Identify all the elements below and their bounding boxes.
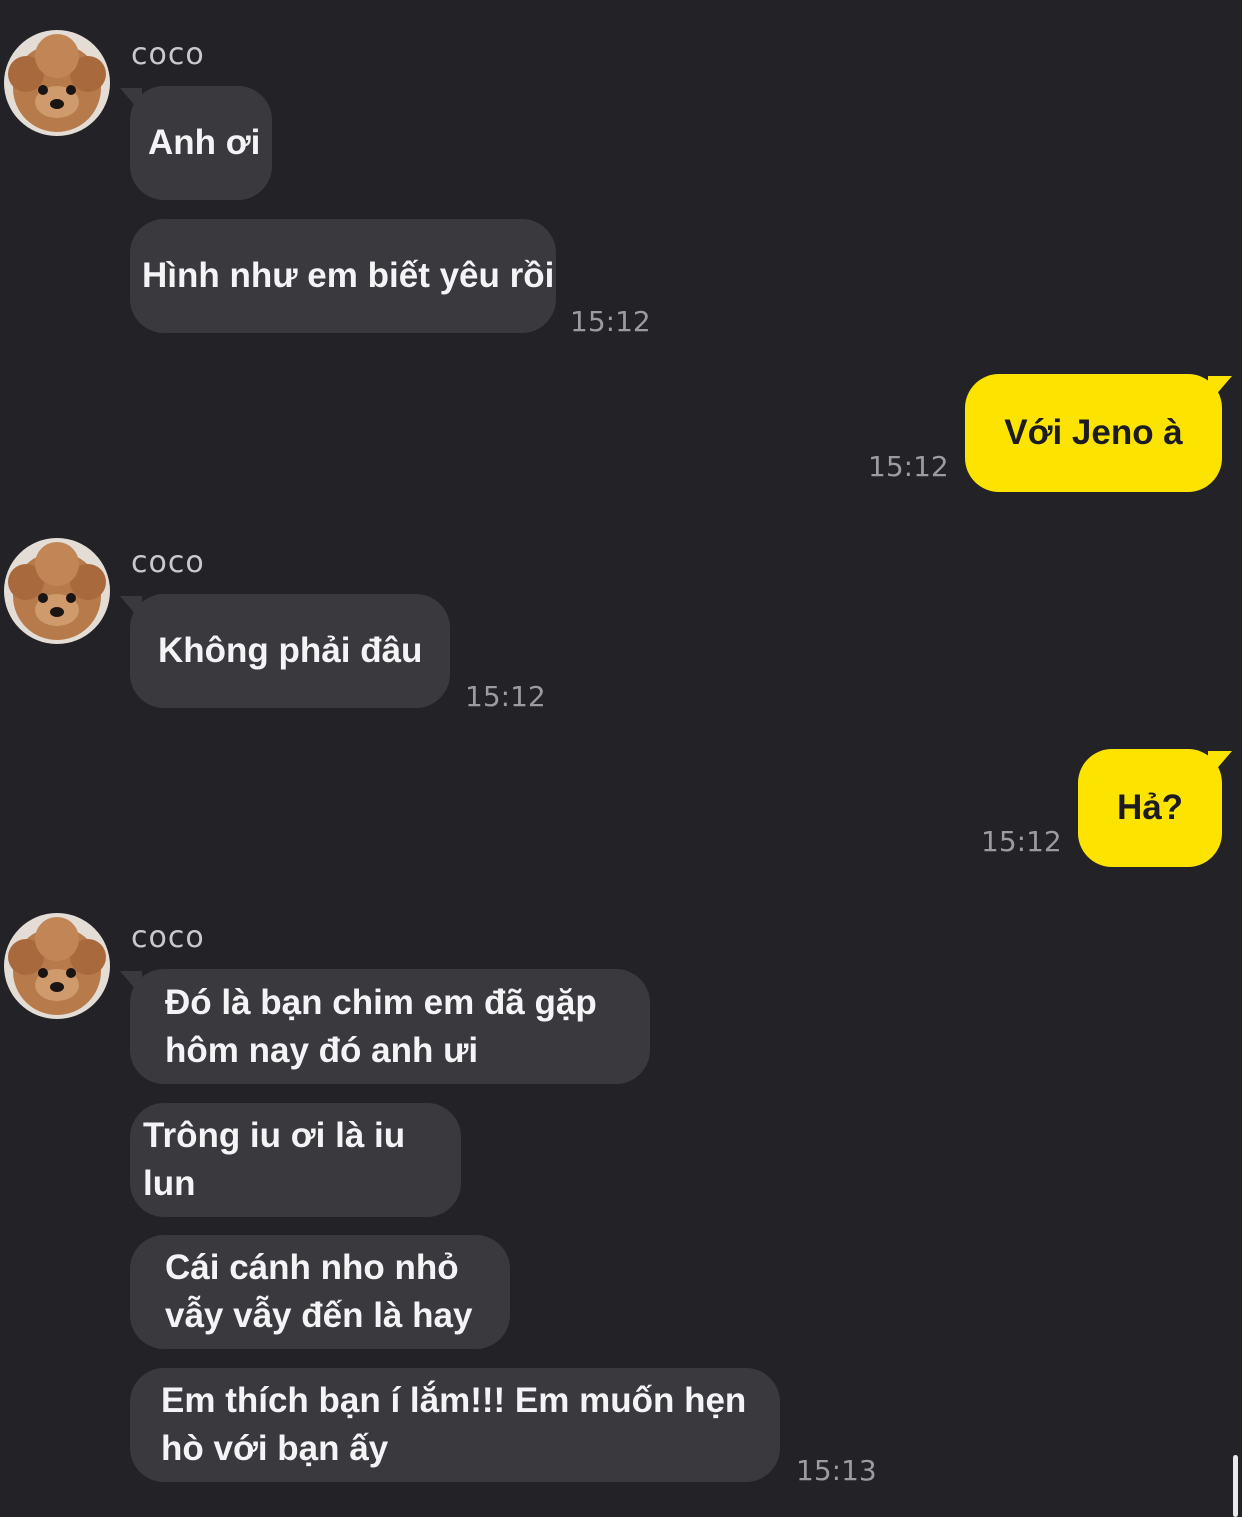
incoming-message-bubble[interactable]: Đó là bạn chim em đã gặp hôm nay đó anh … [120, 969, 650, 1084]
poodle-avatar-icon [4, 913, 110, 1019]
message-timestamp: 15:12 [465, 680, 546, 713]
outgoing-message-bubble[interactable]: Với Jeno à [965, 374, 1232, 492]
contact-avatar[interactable] [4, 30, 110, 136]
sender-name: coco [131, 920, 205, 955]
message-timestamp: 15:12 [981, 825, 1062, 858]
scrollbar[interactable] [1233, 1455, 1238, 1517]
incoming-message-bubble[interactable]: Trông iu ơi là iu lun [130, 1103, 461, 1217]
contact-avatar[interactable] [4, 913, 110, 1019]
outgoing-message-bubble[interactable]: Hả? [1078, 749, 1232, 867]
poodle-avatar-icon [4, 30, 110, 136]
message-timestamp: 15:13 [796, 1454, 877, 1487]
incoming-message-bubble[interactable]: Hình như em biết yêu rồi [130, 219, 556, 333]
message-timestamp: 15:12 [868, 450, 949, 483]
contact-avatar[interactable] [4, 538, 110, 644]
incoming-message-bubble[interactable]: Cái cánh nho nhỏ vẫy vẫy đến là hay [130, 1235, 510, 1349]
message-timestamp: 15:12 [570, 305, 651, 338]
sender-name: coco [131, 545, 205, 580]
poodle-avatar-icon [4, 538, 110, 644]
incoming-message-bubble[interactable]: Anh ơi [120, 86, 272, 200]
incoming-message-bubble[interactable]: Không phải đâu [120, 594, 450, 708]
incoming-message-bubble[interactable]: Em thích bạn í lắm!!! Em muốn hẹn hò với… [130, 1368, 780, 1482]
sender-name: coco [131, 37, 205, 72]
